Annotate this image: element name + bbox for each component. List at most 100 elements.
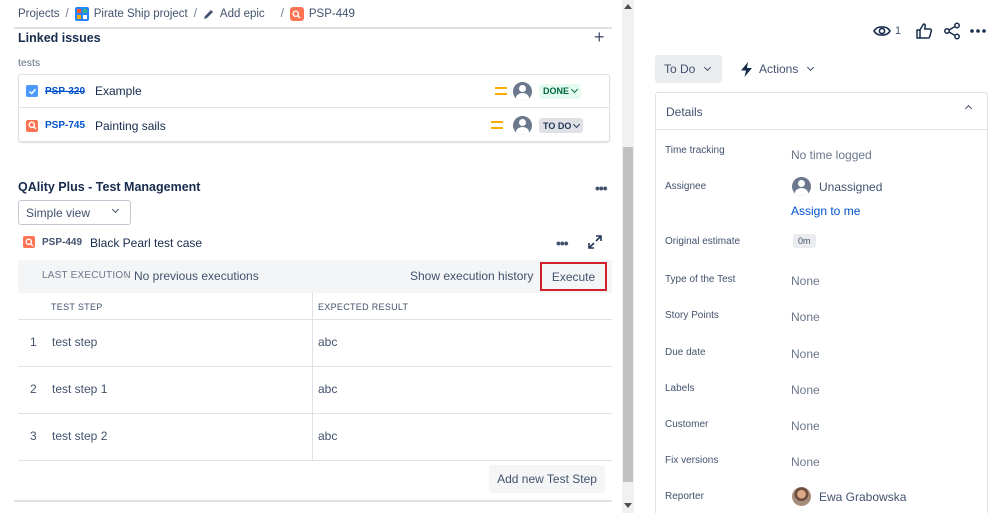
scroll-down-icon[interactable] bbox=[624, 503, 632, 508]
assignee-field[interactable]: Unassigned bbox=[792, 177, 882, 196]
field-value-type-of-test[interactable]: None bbox=[791, 274, 820, 288]
test-issue-icon bbox=[23, 236, 35, 248]
avatar bbox=[792, 177, 811, 196]
chevron-up-icon bbox=[964, 104, 973, 113]
more-icon[interactable]: ••• bbox=[595, 180, 608, 196]
linked-issues-title: Linked issues bbox=[18, 31, 101, 45]
search-icon bbox=[26, 119, 38, 132]
status-dropdown-button[interactable]: To Do bbox=[655, 55, 722, 83]
breadcrumb-add-epic-label: Add epic bbox=[219, 8, 265, 20]
table-row[interactable]: 2 test step 1 abc bbox=[18, 367, 612, 414]
field-label-due-date: Due date bbox=[665, 347, 706, 358]
issue-toolbar: 1 bbox=[873, 22, 987, 40]
chevron-down-icon bbox=[704, 63, 712, 72]
assign-to-me-link[interactable]: Assign to me bbox=[791, 204, 860, 218]
breadcrumb-projects[interactable]: Projects bbox=[18, 8, 60, 20]
breadcrumb-separator: / bbox=[65, 8, 69, 20]
execute-button[interactable]: Execute bbox=[540, 262, 607, 291]
priority-medium-icon bbox=[491, 121, 503, 130]
avatar bbox=[513, 116, 532, 135]
scrollbar-thumb[interactable] bbox=[623, 147, 633, 482]
breadcrumb-issue[interactable]: PSP-449 bbox=[289, 7, 355, 21]
lightning-icon bbox=[741, 61, 752, 77]
last-execution-bar: LAST EXECUTION No previous executions Sh… bbox=[18, 260, 612, 293]
chevron-down-icon bbox=[111, 205, 120, 214]
breadcrumb-separator: / bbox=[280, 8, 284, 20]
actions-button-label: Actions bbox=[759, 62, 799, 76]
expand-icon[interactable] bbox=[588, 235, 602, 249]
breadcrumb: Projects / Pirate Ship project / Add epi… bbox=[18, 7, 355, 21]
chevron-down-icon bbox=[573, 120, 581, 128]
linked-issue-row[interactable]: PSP-320 Example DONE bbox=[19, 75, 609, 108]
linked-issue-summary[interactable]: Example bbox=[95, 84, 142, 98]
thumbs-up-icon[interactable] bbox=[915, 22, 933, 40]
step-number: 1 bbox=[30, 335, 37, 349]
details-header[interactable]: Details bbox=[656, 93, 987, 130]
eye-icon bbox=[873, 26, 891, 36]
test-case-name: Black Pearl test case bbox=[90, 236, 203, 250]
step-expected-result[interactable]: abc bbox=[318, 429, 337, 443]
field-value-original-estimate[interactable]: 0m bbox=[793, 234, 816, 248]
more-icon[interactable] bbox=[969, 22, 987, 40]
step-expected-result[interactable]: abc bbox=[318, 382, 337, 396]
field-value-labels[interactable]: None bbox=[791, 383, 820, 397]
field-value-customer[interactable]: None bbox=[791, 419, 820, 433]
actions-button[interactable]: Actions bbox=[740, 58, 815, 80]
link-relation-label: tests bbox=[18, 57, 41, 69]
breadcrumb-separator: / bbox=[193, 8, 197, 20]
field-value-fix-versions[interactable]: None bbox=[791, 455, 820, 469]
field-value-time-tracking[interactable]: No time logged bbox=[791, 148, 872, 162]
field-label-labels: Labels bbox=[665, 383, 695, 394]
status-label: TO DO bbox=[543, 120, 572, 131]
divider bbox=[312, 367, 313, 414]
breadcrumb-project[interactable]: Pirate Ship project bbox=[74, 7, 188, 21]
table-row[interactable]: 1 test step abc bbox=[18, 320, 612, 367]
linked-issue-row[interactable]: PSP-745 Painting sails TO DO bbox=[19, 109, 609, 142]
step-text[interactable]: test step bbox=[52, 335, 97, 349]
details-title: Details bbox=[666, 105, 703, 119]
field-value-reporter: Ewa Grabowska bbox=[819, 489, 907, 504]
divider bbox=[312, 320, 313, 367]
linked-issue-summary[interactable]: Painting sails bbox=[95, 119, 166, 133]
field-value-assignee: Unassigned bbox=[819, 179, 883, 194]
divider bbox=[14, 500, 612, 502]
show-execution-history-button[interactable]: Show execution history bbox=[410, 269, 533, 283]
step-number: 3 bbox=[30, 429, 37, 443]
pencil-icon bbox=[203, 10, 213, 19]
linked-issues-list: PSP-320 Example DONE PSP-745 Painting sa… bbox=[18, 74, 610, 142]
breadcrumb-issue-label: PSP-449 bbox=[308, 8, 355, 20]
breadcrumb-add-epic[interactable]: Add epic bbox=[203, 8, 265, 20]
test-steps-table: TEST STEP EXPECTED RESULT 1 test step ab… bbox=[18, 293, 612, 461]
test-case-key[interactable]: PSP-449 bbox=[42, 237, 82, 248]
table-header: TEST STEP EXPECTED RESULT bbox=[18, 293, 612, 320]
qality-title: QAlity Plus - Test Management bbox=[18, 180, 201, 194]
avatar bbox=[513, 81, 532, 101]
field-value-due-date[interactable]: None bbox=[791, 347, 820, 361]
breadcrumb-project-label: Pirate Ship project bbox=[93, 8, 188, 20]
field-label-customer: Customer bbox=[665, 419, 709, 430]
view-select[interactable]: Simple view bbox=[18, 200, 131, 225]
avatar bbox=[792, 487, 811, 506]
linked-issue-key[interactable]: PSP-745 bbox=[45, 120, 85, 131]
linked-issue-key[interactable]: PSP-320 bbox=[45, 86, 85, 97]
status-badge[interactable]: DONE bbox=[539, 83, 582, 99]
scroll-up-icon[interactable] bbox=[624, 4, 632, 9]
field-value-story-points[interactable]: None bbox=[791, 310, 820, 324]
add-test-step-button[interactable]: Add new Test Step bbox=[489, 465, 605, 493]
step-expected-result[interactable]: abc bbox=[318, 335, 337, 349]
plus-icon[interactable]: + bbox=[594, 28, 605, 46]
table-row[interactable]: 3 test step 2 abc bbox=[18, 414, 612, 461]
divider bbox=[14, 27, 612, 29]
field-label-story-points: Story Points bbox=[665, 310, 719, 321]
share-icon[interactable] bbox=[943, 22, 961, 40]
step-text[interactable]: test step 2 bbox=[52, 429, 107, 443]
step-text[interactable]: test step 1 bbox=[52, 382, 107, 396]
last-execution-value: No previous executions bbox=[134, 269, 259, 283]
watchers-count: 1 bbox=[895, 25, 902, 37]
status-button-label: To Do bbox=[664, 62, 696, 76]
field-label-reporter: Reporter bbox=[665, 491, 704, 502]
status-badge[interactable]: TO DO bbox=[539, 118, 584, 133]
watch-button[interactable]: 1 bbox=[873, 22, 901, 40]
reporter-field[interactable]: Ewa Grabowska bbox=[792, 487, 906, 506]
more-icon[interactable]: ••• bbox=[556, 235, 569, 251]
